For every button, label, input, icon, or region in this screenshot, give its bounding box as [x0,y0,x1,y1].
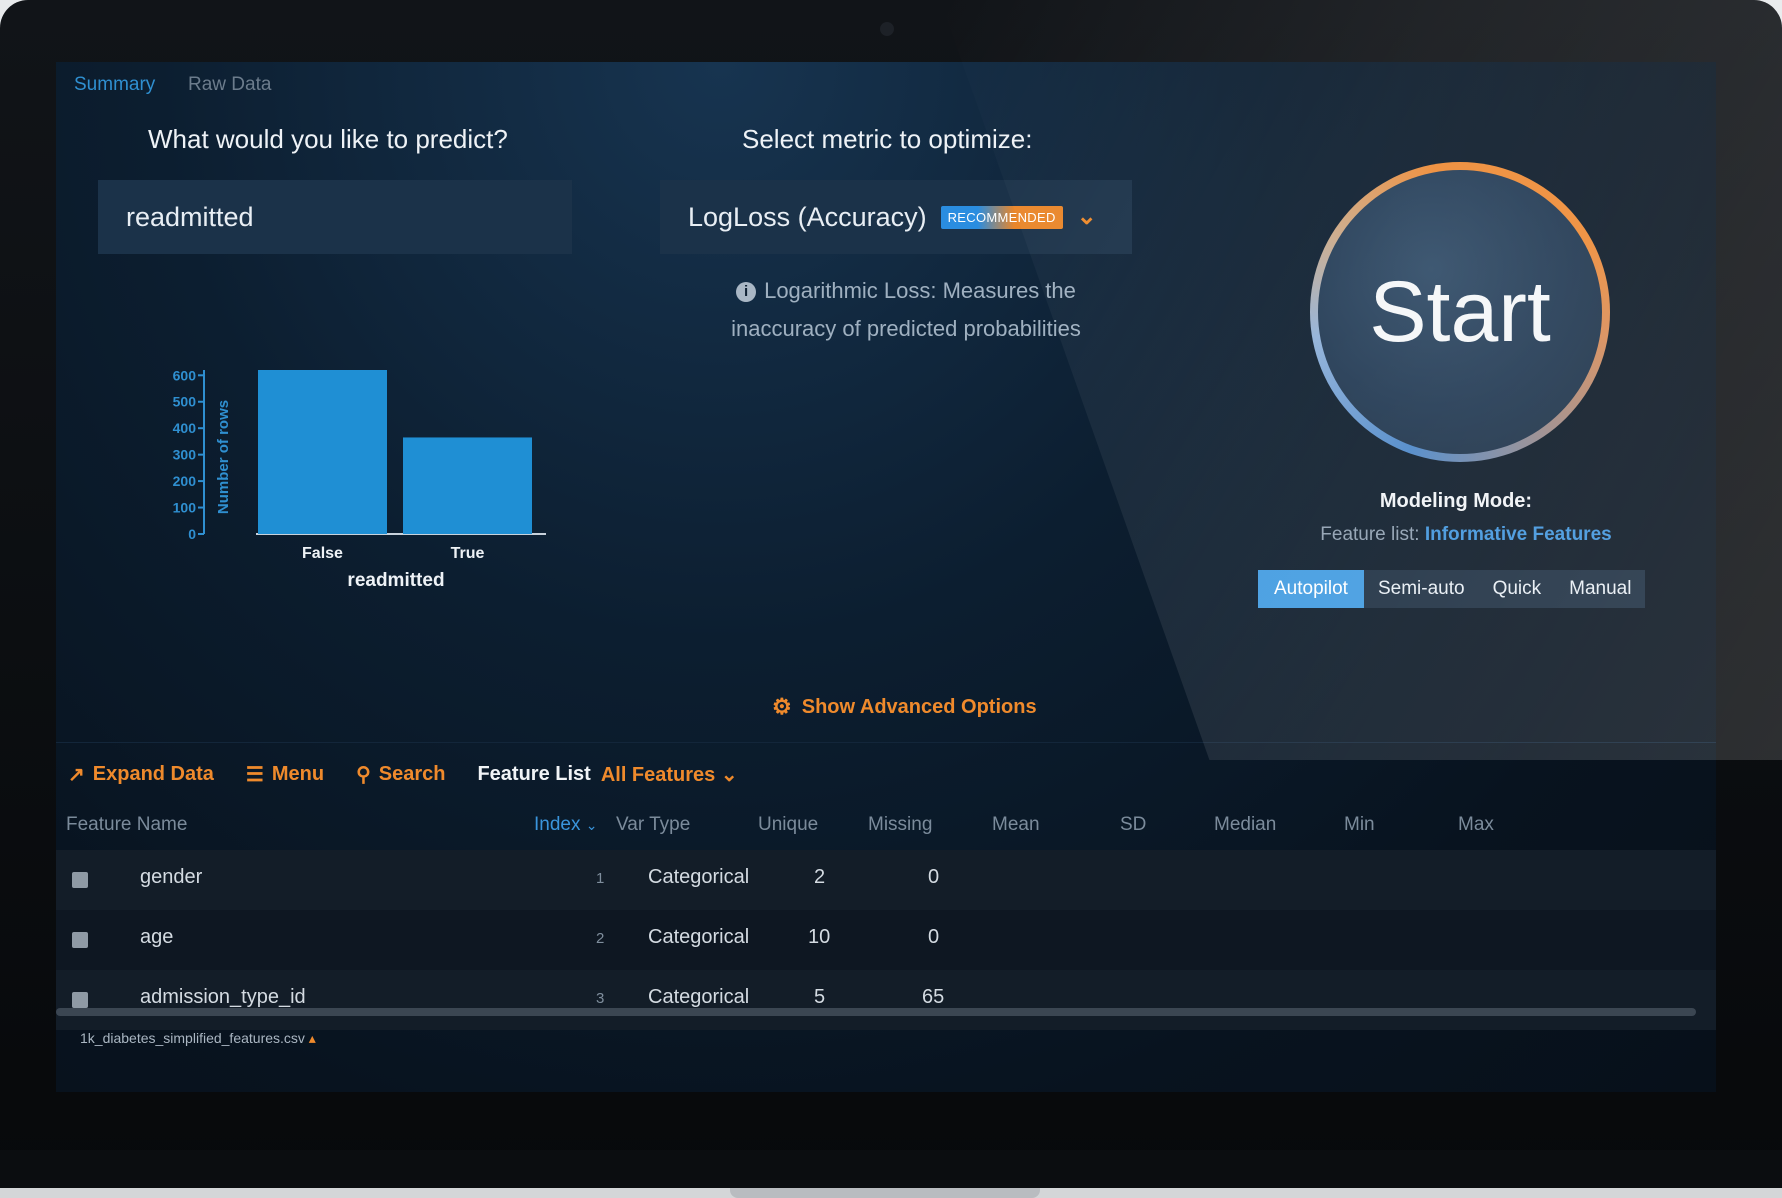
column-header-min[interactable]: Min [1344,814,1375,836]
chart-y-tick-label: 600 [173,367,197,383]
chart-y-tick-label: 300 [173,447,197,463]
metric-description: i Logarithmic Loss: Measures the inaccura… [696,272,1116,348]
feature-name: admission_type_id [140,986,306,1008]
chevron-down-icon[interactable]: ⌄ [1077,205,1097,229]
predict-question: What would you like to predict? [148,124,508,154]
target-distribution-chart: 0 100 200 300 400 500 600 False True Number of … [173,367,546,591]
hamburger-icon: ☰ [245,763,264,786]
column-header-index-label: Index [534,814,581,835]
target-input[interactable]: readmitted [98,180,572,254]
column-header-mean[interactable]: Mean [992,814,1040,836]
feature-var-type: Categorical [648,866,750,888]
info-icon: i [736,282,757,302]
chart-bar-true[interactable] [403,437,532,534]
feature-unique: 5 [814,986,826,1008]
mode-semi-auto-button[interactable]: Semi-auto [1364,570,1479,608]
row-checkbox[interactable] [72,992,88,1008]
expand-data-label: Expand Data [92,762,214,785]
feature-unique: 10 [808,926,831,948]
column-header-max[interactable]: Max [1458,814,1494,836]
feature-name: gender [140,866,203,888]
column-header-sd[interactable]: SD [1120,814,1146,836]
search-icon: ⚲ [356,763,371,786]
feature-var-type: Categorical [648,926,750,948]
dataset-file-name: 1k_diabetes_simplified_features.csv [80,1030,305,1046]
caret-up-icon: ▴ [308,1030,316,1046]
mode-quick-button[interactable]: Quick [1479,570,1556,608]
chart-x-tick-label: True [451,545,485,562]
feature-missing: 65 [922,986,945,1008]
feature-index: 2 [596,930,605,947]
column-header-var-type[interactable]: Var Type [616,814,690,836]
feature-missing: 0 [928,926,940,948]
divider [56,742,1716,743]
chart-y-tick-label: 500 [173,394,197,410]
feature-var-type: Categorical [648,986,750,1008]
column-header-missing[interactable]: Missing [868,814,932,836]
metric-description-text: Logarithmic Loss: Measures the inaccurac… [731,278,1081,341]
chart-x-tick-label: False [302,545,343,562]
feature-list-link[interactable]: Informative Features [1425,524,1612,545]
advanced-options-label: Show Advanced Options [801,695,1037,718]
tab-raw-data[interactable]: Raw Data [188,74,271,96]
column-header-median[interactable]: Median [1214,814,1276,836]
column-header-index[interactable]: Index ⌄ [534,814,598,836]
feature-index: 3 [596,990,605,1007]
horizontal-scrollbar[interactable] [56,1008,1696,1016]
recommended-badge: RECOMMENDED [940,205,1063,229]
chart-y-axis-label: Number of rows [215,400,232,514]
feature-list-dropdown[interactable]: All Features ⌄ [601,762,738,787]
chart-y-tick-label: 0 [188,526,196,542]
chart-x-axis-label: readmitted [347,570,444,591]
feature-table: gender 1 Categorical 2 0 age 2 Categoric… [56,850,1716,1030]
column-header-unique[interactable]: Unique [758,814,818,836]
mode-manual-button[interactable]: Manual [1555,570,1645,608]
feature-name: age [140,926,174,948]
table-row[interactable]: admission_type_id 3 Categorical 5 65 [56,970,1716,1030]
chart-y-tick-label: 100 [173,500,197,516]
menu-button[interactable]: ☰ Menu [246,762,324,787]
feature-unique: 2 [814,866,826,888]
start-button-label: Start [1318,170,1602,454]
feature-list-static-label: Feature List [477,762,591,785]
mode-selector: Autopilot Semi-auto Quick Manual [1258,570,1646,608]
chart-y-tick-label: 400 [173,420,197,436]
row-checkbox[interactable] [72,872,88,888]
laptop-notch [730,1188,1040,1198]
show-advanced-options-link[interactable]: ⚙ Show Advanced Options [772,694,1037,720]
feature-index: 1 [596,870,605,887]
column-header-feature-name[interactable]: Feature Name [66,814,187,836]
metric-question: Select metric to optimize: [742,124,1033,154]
feature-list-dropdown-value: All Features [600,763,716,786]
tab-summary[interactable]: Summary [74,74,155,96]
expand-data-button[interactable]: ↗ Expand Data [68,762,214,787]
sort-chevron-icon: ⌄ [585,817,598,833]
chevron-down-icon: ⌄ [720,763,738,786]
chart-bar-false[interactable] [258,370,387,534]
search-button[interactable]: ⚲ Search [356,762,445,787]
app-screen: Summary Raw Data What would you like to … [56,62,1716,1092]
expand-icon: ↗ [68,763,85,786]
dataset-file-tab[interactable]: 1k_diabetes_simplified_features.csv ▴ [80,1030,316,1047]
metric-select[interactable]: LogLoss (Accuracy) RECOMMENDED ⌄ [660,180,1132,254]
feature-missing: 0 [928,866,940,888]
search-label: Search [378,762,446,785]
laptop-bezel-bottom [0,1150,1782,1190]
mode-autopilot-button[interactable]: Autopilot [1258,570,1364,608]
table-row[interactable]: gender 1 Categorical 2 0 [56,850,1716,910]
metric-value: LogLoss (Accuracy) [688,201,927,232]
data-toolbar: ↗ Expand Data ☰ Menu ⚲ Search Feature Li… [68,756,738,792]
feature-list-label: Feature list: [1320,524,1420,545]
modeling-mode-title: Modeling Mode: [1379,490,1533,512]
feature-list-line: Feature list: Informative Features [1256,524,1676,546]
table-row[interactable]: age 2 Categorical 10 0 [56,910,1716,970]
chart-y-tick-label: 200 [173,473,197,489]
start-button[interactable]: Start [1310,162,1610,462]
gear-icon: ⚙ [772,694,792,719]
camera-icon [880,22,894,36]
menu-label: Menu [271,762,325,785]
row-checkbox[interactable] [72,932,88,948]
